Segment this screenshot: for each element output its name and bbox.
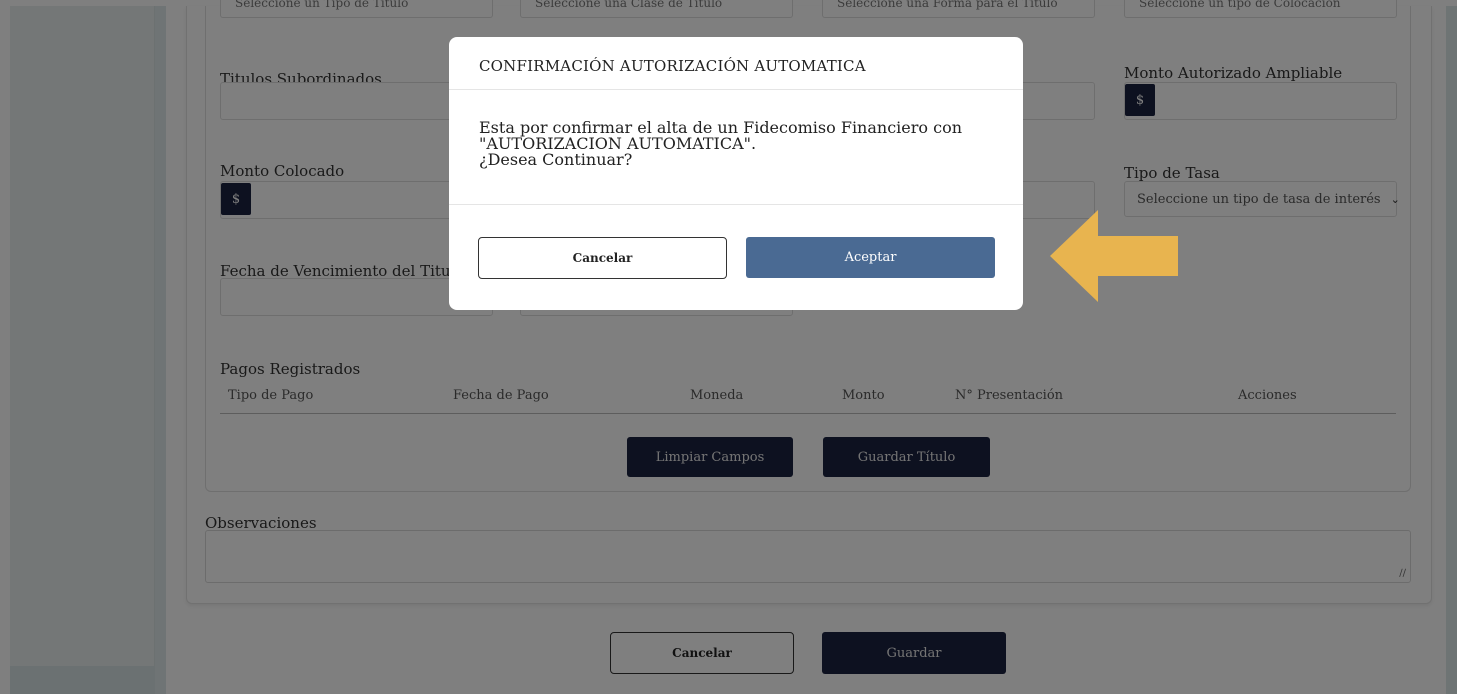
dialog-footer-divider [449, 204, 1023, 205]
left-arrow-icon [1050, 210, 1178, 302]
dialog-title: CONFIRMACIÓN AUTORIZACIÓN AUTOMATICA [479, 57, 866, 75]
dialog-cancel-button[interactable]: Cancelar [478, 237, 727, 279]
dialog-accept-button[interactable]: Aceptar [746, 237, 995, 278]
dialog-message: Esta por confirmar el alta de un Fidecom… [479, 120, 999, 168]
dialog-message-line: ¿Desea Continuar? [479, 150, 633, 169]
confirmation-dialog: CONFIRMACIÓN AUTORIZACIÓN AUTOMATICA Est… [449, 37, 1023, 310]
dialog-header-divider [449, 89, 1023, 90]
